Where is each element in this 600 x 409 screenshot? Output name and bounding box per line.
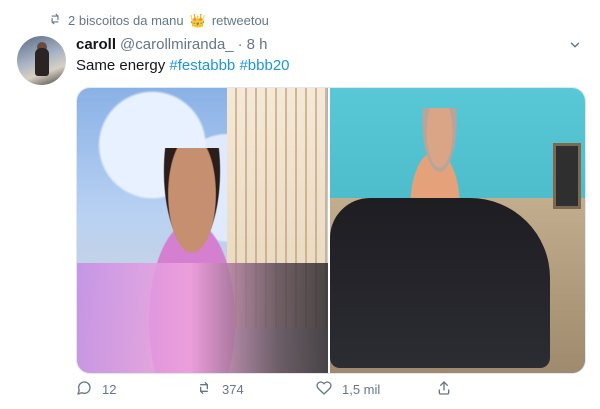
- avatar-figure-body: [35, 48, 49, 76]
- reply-count: 12: [102, 382, 117, 397]
- media-image-right[interactable]: [330, 88, 585, 373]
- retweet-context-text: 2 biscoitos da manu: [68, 13, 184, 28]
- like-button[interactable]: 1,5 mil: [316, 380, 436, 399]
- media-image-left[interactable]: [77, 88, 328, 373]
- tweet-text-prefix: Same energy: [76, 57, 166, 74]
- like-count: 1,5 mil: [342, 382, 381, 397]
- tweet-media[interactable]: [76, 87, 586, 374]
- separator: ·: [237, 36, 243, 53]
- reply-icon: [76, 380, 92, 399]
- timestamp[interactable]: 8 h: [247, 36, 268, 53]
- tweet-text: Same energy #festabbb #bbb20: [76, 57, 290, 74]
- retweet-icon: [48, 12, 62, 29]
- retweet-context-suffix: retweetou: [211, 13, 269, 28]
- dress-pattern: [77, 263, 328, 373]
- wall-frame: [553, 143, 581, 209]
- person-figure-2: [330, 198, 550, 368]
- chevron-down-icon[interactable]: [568, 38, 582, 52]
- author-name[interactable]: caroll: [76, 36, 116, 53]
- reply-button[interactable]: 12: [76, 380, 196, 399]
- retweet-context[interactable]: 2 biscoitos da manu 👑 retweetou: [48, 12, 269, 29]
- share-button[interactable]: [436, 380, 556, 399]
- hashtag-festabbb[interactable]: #festabbb: [169, 57, 235, 74]
- tweet-header: caroll @carollmiranda_ · 8 h: [76, 36, 268, 53]
- retweet-count: 374: [222, 382, 244, 397]
- retweet-icon: [196, 380, 212, 399]
- crown-emoji: 👑: [189, 13, 206, 28]
- tweet-actions: 12 374 1,5 mil: [76, 380, 556, 399]
- hashtag-bbb20[interactable]: #bbb20: [239, 57, 289, 74]
- author-handle[interactable]: @carollmiranda_: [120, 36, 234, 53]
- share-icon: [436, 380, 452, 399]
- avatar[interactable]: [17, 36, 66, 85]
- heart-icon: [316, 380, 332, 399]
- retweet-button[interactable]: 374: [196, 380, 316, 399]
